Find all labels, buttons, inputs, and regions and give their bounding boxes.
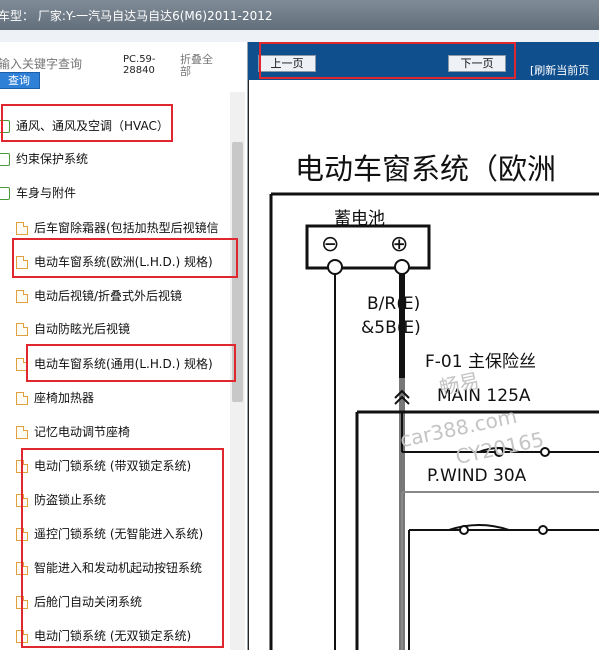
- tree-item-seat-heater[interactable]: 座椅加热器: [16, 388, 94, 408]
- page-icon: [16, 290, 28, 303]
- window-title: 车型： 厂家:Y-一汽马自达马自达6(M6)2011-2012: [0, 9, 273, 23]
- wire-label: B/R(E): [367, 294, 421, 314]
- tree-item-label: 座椅加热器: [34, 391, 95, 405]
- page-icon: [16, 392, 28, 405]
- search-row: 查询 PC.59-28840 折叠全部: [0, 42, 247, 92]
- fuse-box-label: F-01 主保险丝: [425, 352, 536, 372]
- page-icon: [16, 222, 28, 235]
- folder-icon: [0, 153, 10, 166]
- sidebar: 查询 PC.59-28840 折叠全部 通风、通风及空调（HVAC） 约束保护系…: [0, 42, 248, 650]
- wire-label-2: &5B(E): [361, 318, 421, 338]
- tree-item-auto-dim-mirror[interactable]: 自动防眩光后视镜: [16, 319, 130, 339]
- folder-icon: [0, 187, 10, 200]
- minus-terminal: ⊖: [321, 232, 340, 257]
- tree-item-memory-seat[interactable]: 记忆电动调节座椅: [16, 422, 130, 442]
- search-input[interactable]: [0, 56, 116, 72]
- tree-item-rear-defroster[interactable]: 后车窗除霜器(包括加热型后视镜信: [16, 218, 219, 238]
- page-icon: [16, 426, 28, 439]
- wiring-diagram: 电动车窗系统（欧洲 蓄电池 ⊖ ⊕ B/R(E) &5B(E) F-01 主保险…: [248, 80, 599, 650]
- page-title: 电动车窗系统（欧洲: [295, 152, 557, 186]
- highlight-box: [259, 42, 516, 79]
- viewer-toolbar: 上一页 下一页 [刷新当前页: [248, 42, 599, 80]
- tree-item-restraint[interactable]: 约束保护系统: [0, 149, 88, 169]
- highlight-box: [1, 104, 173, 142]
- pc-info: PC.59-28840: [123, 54, 156, 76]
- window-titlebar: 车型： 厂家:Y-一汽马自达马自达6(M6)2011-2012: [0, 0, 599, 30]
- search-button[interactable]: 查询: [0, 72, 40, 89]
- battery-label: 蓄电池: [334, 209, 385, 229]
- tree-item-label: 电动后视镜/折叠式外后视镜: [34, 289, 183, 303]
- collapse-all-button[interactable]: 折叠全部: [180, 54, 220, 78]
- tree-item-label: 后车窗除霜器(包括加热型后视镜信: [34, 221, 219, 235]
- highlight-box: [12, 238, 238, 278]
- refresh-page-link[interactable]: [刷新当前页: [530, 62, 589, 78]
- tree-item-label: 自动防眩光后视镜: [34, 322, 131, 336]
- tree-item-body[interactable]: 车身与附件: [0, 183, 76, 203]
- highlight-box: [21, 448, 224, 648]
- pwind-fuse-label: P.WIND 30A: [427, 466, 527, 486]
- tree-item-label: 约束保护系统: [16, 152, 89, 166]
- tree-item-label: 车身与附件: [16, 186, 77, 200]
- tree-item-label: 记忆电动调节座椅: [34, 425, 131, 439]
- tree-item-power-mirror[interactable]: 电动后视镜/折叠式外后视镜: [16, 286, 182, 306]
- highlight-box: [26, 344, 236, 382]
- page-icon: [16, 323, 28, 336]
- document-viewer: 上一页 下一页 [刷新当前页 电动车窗系统（欧洲 蓄电池 ⊖ ⊕ B/R(E) …: [248, 42, 599, 650]
- plus-terminal: ⊕: [390, 232, 409, 257]
